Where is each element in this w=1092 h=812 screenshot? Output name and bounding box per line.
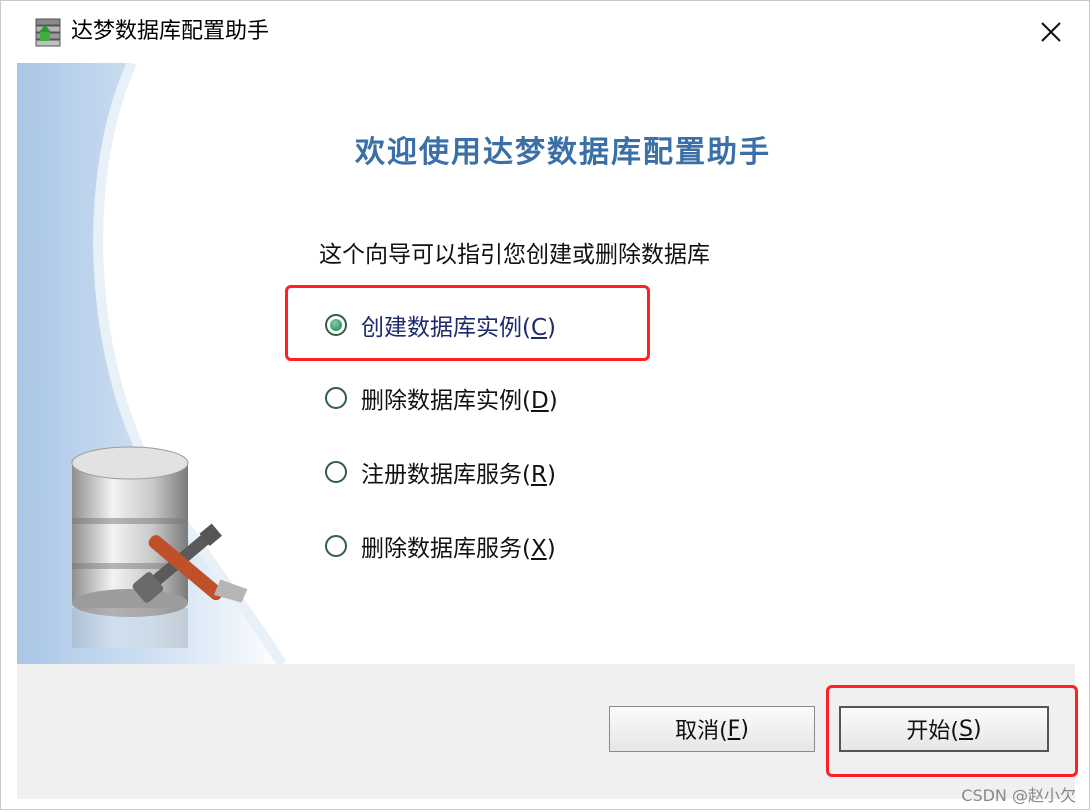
welcome-heading: 欢迎使用达梦数据库配置助手: [355, 135, 771, 170]
config-assistant-window: 达梦数据库配置助手 欢迎使用达梦数据库配置助手 这个向导可以指引您创建或删除数据…: [0, 0, 1090, 810]
highlight-box-start: [826, 685, 1078, 777]
title-bar: 达梦数据库配置助手: [1, 1, 1089, 63]
window-title: 达梦数据库配置助手: [71, 19, 270, 44]
option-register-service-label: 注册数据库服务(R): [361, 462, 556, 488]
option-delete-instance[interactable]: 删除数据库实例(D): [325, 381, 558, 415]
wizard-intro-text: 这个向导可以指引您创建或删除数据库: [319, 242, 710, 268]
radio-delete-instance[interactable]: [325, 387, 347, 409]
watermark: CSDN @赵小欠: [961, 786, 1076, 805]
radio-delete-service[interactable]: [325, 535, 347, 557]
cancel-button[interactable]: 取消(F): [609, 706, 815, 752]
wizard-content: 欢迎使用达梦数据库配置助手 这个向导可以指引您创建或删除数据库 创建数据库实例(…: [17, 63, 1075, 664]
side-decoration: [17, 63, 287, 664]
highlight-box-create: [285, 285, 650, 361]
option-delete-service[interactable]: 删除数据库服务(X): [325, 529, 556, 563]
database-app-icon: [34, 17, 62, 47]
close-button[interactable]: [1031, 13, 1071, 51]
option-delete-instance-label: 删除数据库实例(D): [361, 388, 558, 414]
close-icon[interactable]: [1040, 21, 1062, 43]
radio-register-service[interactable]: [325, 461, 347, 483]
option-register-service[interactable]: 注册数据库服务(R): [325, 455, 556, 489]
option-delete-service-label: 删除数据库服务(X): [361, 536, 556, 562]
